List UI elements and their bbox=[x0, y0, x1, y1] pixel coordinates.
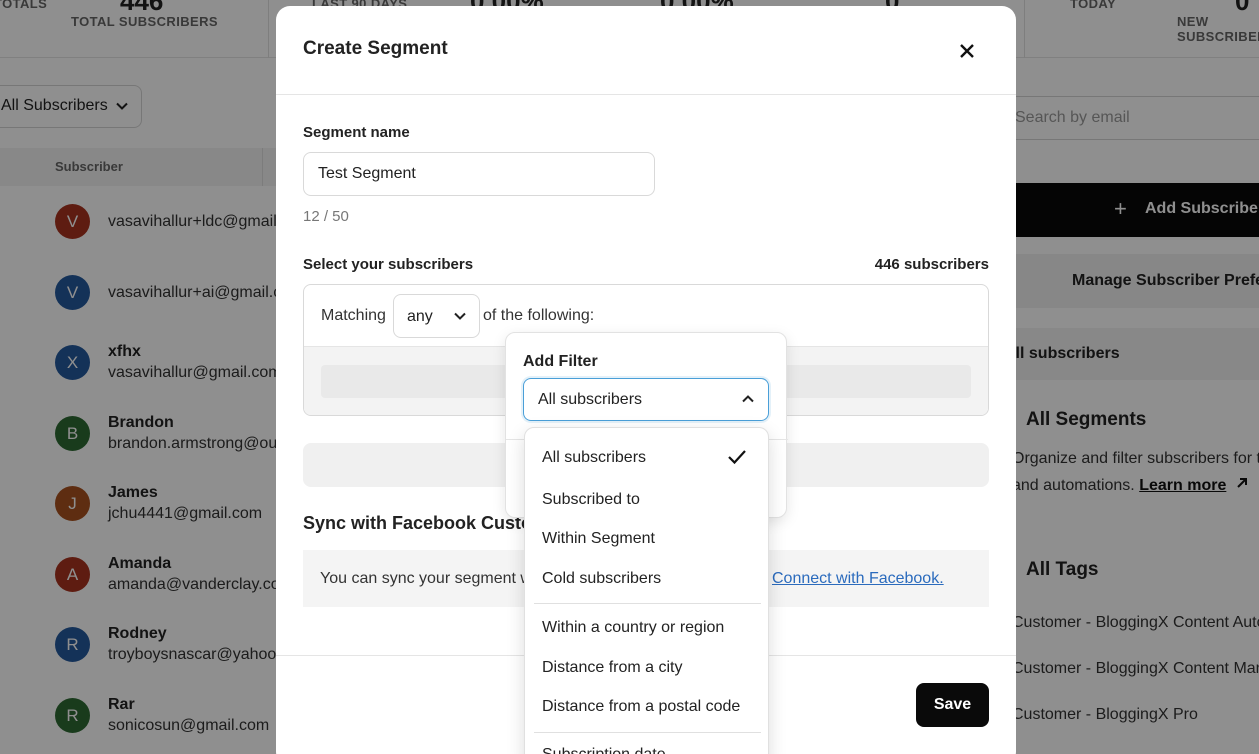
connect-facebook-link[interactable]: Connect with Facebook. bbox=[772, 570, 944, 588]
segment-name-input[interactable] bbox=[303, 152, 655, 196]
modal-header: Create Segment bbox=[276, 6, 1016, 95]
options-divider bbox=[534, 603, 761, 604]
matching-prefix: Matching bbox=[321, 307, 386, 324]
filter-type-value: All subscribers bbox=[538, 391, 643, 408]
segment-name-label: Segment name bbox=[303, 124, 410, 141]
filter-option-country-region[interactable]: Within a country or region bbox=[542, 619, 724, 637]
chevron-down-icon bbox=[454, 312, 466, 320]
match-mode-value: any bbox=[407, 308, 433, 325]
match-mode-select[interactable]: any bbox=[393, 294, 480, 338]
save-button[interactable]: Save bbox=[916, 683, 989, 727]
close-icon bbox=[960, 44, 974, 58]
close-button[interactable] bbox=[952, 36, 982, 66]
modal-title: Create Segment bbox=[303, 38, 448, 59]
filter-option-distance-postal[interactable]: Distance from a postal code bbox=[542, 698, 740, 716]
add-filter-title: Add Filter bbox=[523, 353, 598, 370]
options-divider bbox=[534, 732, 761, 733]
filter-option-subscribed-to[interactable]: Subscribed to bbox=[542, 491, 640, 509]
char-count: 12 / 50 bbox=[303, 208, 349, 225]
chevron-up-icon bbox=[742, 395, 754, 403]
filter-option-within-segment[interactable]: Within Segment bbox=[542, 530, 655, 548]
filter-option-all-subscribers[interactable]: All subscribers bbox=[542, 449, 646, 467]
filter-type-options: All subscribers Subscribed to Within Seg… bbox=[524, 427, 769, 754]
filter-option-cold-subscribers[interactable]: Cold subscribers bbox=[542, 570, 661, 588]
filter-option-distance-city[interactable]: Distance from a city bbox=[542, 659, 682, 677]
filter-option-subscription-date[interactable]: Subscription date bbox=[542, 746, 666, 754]
check-icon bbox=[728, 450, 746, 465]
matching-suffix: of the following: bbox=[483, 307, 595, 324]
select-subscribers-label: Select your subscribers bbox=[303, 256, 474, 273]
subscriber-count: 446 subscribers bbox=[874, 256, 989, 273]
filter-type-select[interactable]: All subscribers bbox=[523, 378, 769, 421]
